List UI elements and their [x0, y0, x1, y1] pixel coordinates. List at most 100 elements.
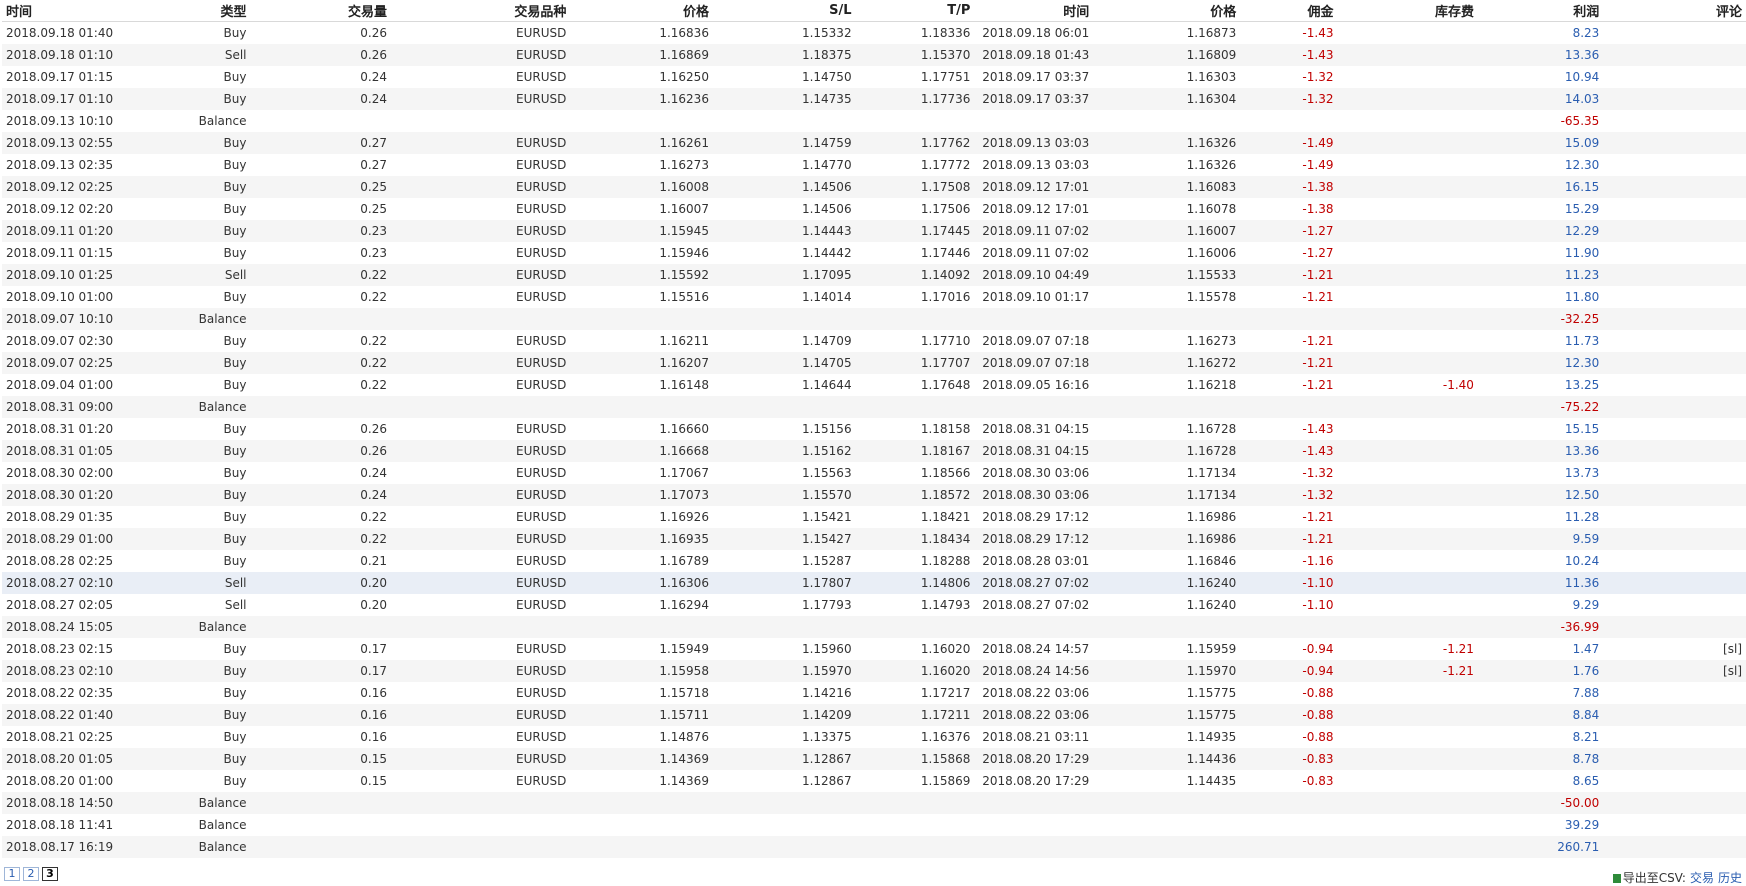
- comment-cell: [1603, 88, 1746, 110]
- symbol-cell: EURUSD: [390, 440, 571, 462]
- export-trades-link[interactable]: 交易: [1690, 871, 1714, 885]
- swap-cell: -1.21: [1337, 638, 1478, 660]
- swap-cell: [1337, 814, 1478, 836]
- table-row[interactable]: 2018.08.18 11:41 Balance 39.29: [2, 814, 1746, 836]
- type-cell: Sell: [133, 594, 251, 616]
- symbol-cell: EURUSD: [390, 484, 571, 506]
- table-row[interactable]: 2018.08.31 01:05 Buy 0.26 EURUSD 1.16668 1.15…: [2, 440, 1746, 462]
- table-row[interactable]: 2018.08.29 01:35 Buy 0.22 EURUSD 1.16926 1.15…: [2, 506, 1746, 528]
- profit-cell: 11.36: [1477, 572, 1604, 594]
- table-row[interactable]: 2018.09.10 01:25 Sell 0.22 EURUSD 1.15592 1.1…: [2, 264, 1746, 286]
- symbol-cell: EURUSD: [390, 88, 571, 110]
- table-row[interactable]: 2018.09.13 02:55 Buy 0.27 EURUSD 1.16261 1.14…: [2, 132, 1746, 154]
- open-time-cell: 2018.09.18 01:10: [2, 44, 134, 66]
- comment-cell: [1603, 264, 1746, 286]
- open-time-cell: 2018.08.23 02:10: [2, 660, 134, 682]
- table-row[interactable]: 2018.08.18 14:50 Balance -50.00: [2, 792, 1746, 814]
- table-row[interactable]: 2018.08.31 09:00 Balance -75.22: [2, 396, 1746, 418]
- table-row[interactable]: 2018.09.10 01:00 Buy 0.22 EURUSD 1.15516 1.14…: [2, 286, 1746, 308]
- page-1-button[interactable]: 1: [4, 867, 20, 881]
- open-price-cell: 1.15516: [570, 286, 713, 308]
- close-time-cell: 2018.09.12 17:01: [974, 198, 1094, 220]
- table-row[interactable]: 2018.08.24 15:05 Balance -36.99: [2, 616, 1746, 638]
- table-row[interactable]: 2018.08.22 01:40 Buy 0.16 EURUSD 1.15711 1.14…: [2, 704, 1746, 726]
- table-row[interactable]: 2018.08.27 02:05 Sell 0.20 EURUSD 1.16294 1.1…: [2, 594, 1746, 616]
- commission-cell: -1.21: [1240, 352, 1338, 374]
- swap-cell: [1337, 528, 1478, 550]
- table-row[interactable]: 2018.09.11 01:15 Buy 0.23 EURUSD 1.15946 1.14…: [2, 242, 1746, 264]
- comment-cell: [1603, 528, 1746, 550]
- close-time-cell: 2018.09.11 07:02: [974, 220, 1094, 242]
- commission-cell: -0.88: [1240, 704, 1338, 726]
- table-row[interactable]: 2018.08.27 02:10 Sell 0.20 EURUSD 1.16306 1.1…: [2, 572, 1746, 594]
- table-row[interactable]: 2018.09.13 02:35 Buy 0.27 EURUSD 1.16273 1.14…: [2, 154, 1746, 176]
- table-row[interactable]: 2018.08.28 02:25 Buy 0.21 EURUSD 1.16789 1.15…: [2, 550, 1746, 572]
- table-row[interactable]: 2018.09.18 01:10 Sell 0.26 EURUSD 1.16869 1.1…: [2, 44, 1746, 66]
- export-history-link[interactable]: 历史: [1718, 871, 1742, 885]
- close-price-cell: 1.17134: [1093, 484, 1241, 506]
- close-price-cell: 1.14436: [1093, 748, 1241, 770]
- table-row[interactable]: 2018.09.12 02:25 Buy 0.25 EURUSD 1.16008 1.14…: [2, 176, 1746, 198]
- table-row[interactable]: 2018.09.18 01:40 Buy 0.26 EURUSD 1.16836 1.15…: [2, 21, 1746, 44]
- volume-cell: 0.22: [250, 528, 391, 550]
- comment-cell: [1603, 21, 1746, 44]
- table-row[interactable]: 2018.09.04 01:00 Buy 0.22 EURUSD 1.16148 1.14…: [2, 374, 1746, 396]
- table-row[interactable]: 2018.08.22 02:35 Buy 0.16 EURUSD 1.15718 1.14…: [2, 682, 1746, 704]
- volume-cell: 0.21: [250, 550, 391, 572]
- sl-cell: 1.15156: [712, 418, 856, 440]
- profit-cell: 11.73: [1477, 330, 1604, 352]
- table-row[interactable]: 2018.09.11 01:20 Buy 0.23 EURUSD 1.15945 1.14…: [2, 220, 1746, 242]
- tp-cell: 1.17648: [855, 374, 975, 396]
- open-price-cell: 1.15949: [570, 638, 713, 660]
- table-row[interactable]: 2018.08.21 02:25 Buy 0.16 EURUSD 1.14876 1.13…: [2, 726, 1746, 748]
- table-row[interactable]: 2018.09.12 02:20 Buy 0.25 EURUSD 1.16007 1.14…: [2, 198, 1746, 220]
- table-row[interactable]: 2018.08.29 01:00 Buy 0.22 EURUSD 1.16935 1.15…: [2, 528, 1746, 550]
- profit-cell: 8.23: [1477, 21, 1604, 44]
- close-time-cell: 2018.09.12 17:01: [974, 176, 1094, 198]
- comment-cell: [1603, 814, 1746, 836]
- profit-header: 利润: [1477, 0, 1604, 22]
- close-time-cell: 2018.08.20 17:29: [974, 748, 1094, 770]
- open-time-cell: 2018.09.07 10:10: [2, 308, 134, 330]
- swap-cell: [1337, 154, 1478, 176]
- symbol-cell: [390, 110, 571, 132]
- open-time-cell: 2018.08.27 02:05: [2, 594, 134, 616]
- open-time-cell: 2018.08.20 01:05: [2, 748, 134, 770]
- comment-cell: [1603, 352, 1746, 374]
- table-row[interactable]: 2018.08.30 02:00 Buy 0.24 EURUSD 1.17067 1.15…: [2, 462, 1746, 484]
- comment-cell: [1603, 572, 1746, 594]
- tp-cell: 1.17217: [855, 682, 975, 704]
- volume-cell: 0.24: [250, 88, 391, 110]
- comment-cell: [1603, 594, 1746, 616]
- type-cell: Balance: [133, 616, 251, 638]
- page-3-button[interactable]: 3: [42, 867, 58, 881]
- table-row[interactable]: 2018.09.07 10:10 Balance -32.25: [2, 308, 1746, 330]
- page-2-button[interactable]: 2: [23, 867, 39, 881]
- table-row[interactable]: 2018.09.07 02:30 Buy 0.22 EURUSD 1.16211 1.14…: [2, 330, 1746, 352]
- table-row[interactable]: 2018.08.30 01:20 Buy 0.24 EURUSD 1.17073 1.15…: [2, 484, 1746, 506]
- table-row[interactable]: 2018.09.17 01:15 Buy 0.24 EURUSD 1.16250 1.14…: [2, 66, 1746, 88]
- table-row[interactable]: 2018.08.20 01:05 Buy 0.15 EURUSD 1.14369 1.12…: [2, 748, 1746, 770]
- open-time-cell: 2018.08.30 01:20: [2, 484, 134, 506]
- table-row[interactable]: 2018.08.31 01:20 Buy 0.26 EURUSD 1.16660 1.15…: [2, 418, 1746, 440]
- close-price-cell: 1.16240: [1093, 594, 1241, 616]
- type-cell: Buy: [133, 506, 251, 528]
- close-price-cell: [1093, 110, 1241, 132]
- table-row[interactable]: 2018.08.20 01:00 Buy 0.15 EURUSD 1.14369 1.12…: [2, 770, 1746, 792]
- table-row[interactable]: 2018.08.23 02:10 Buy 0.17 EURUSD 1.15958 1.15…: [2, 660, 1746, 682]
- table-row[interactable]: 2018.08.23 02:15 Buy 0.17 EURUSD 1.15949 1.15…: [2, 638, 1746, 660]
- close-price-cell: [1093, 616, 1241, 638]
- open-time-cell: 2018.09.10 01:00: [2, 286, 134, 308]
- open-price-cell: 1.14369: [570, 770, 713, 792]
- profit-cell: 13.36: [1477, 44, 1604, 66]
- swap-cell: [1337, 176, 1478, 198]
- tp-cell: 1.18421: [855, 506, 975, 528]
- profit-cell: -50.00: [1477, 792, 1604, 814]
- table-row[interactable]: 2018.09.17 01:10 Buy 0.24 EURUSD 1.16236 1.14…: [2, 88, 1746, 110]
- trade-history-table: 时间 类型 交易量 交易品种 价格 S/L T/P 时间 价格 佣金 库存费 利润 评论 2018.09…: [2, 0, 1746, 858]
- swap-cell: [1337, 220, 1478, 242]
- table-row[interactable]: 2018.08.17 16:19 Balance 260.71: [2, 836, 1746, 858]
- table-row[interactable]: 2018.09.07 02:25 Buy 0.22 EURUSD 1.16207 1.14…: [2, 352, 1746, 374]
- close-price-cell: 1.16240: [1093, 572, 1241, 594]
- table-row[interactable]: 2018.09.13 10:10 Balance -65.35: [2, 110, 1746, 132]
